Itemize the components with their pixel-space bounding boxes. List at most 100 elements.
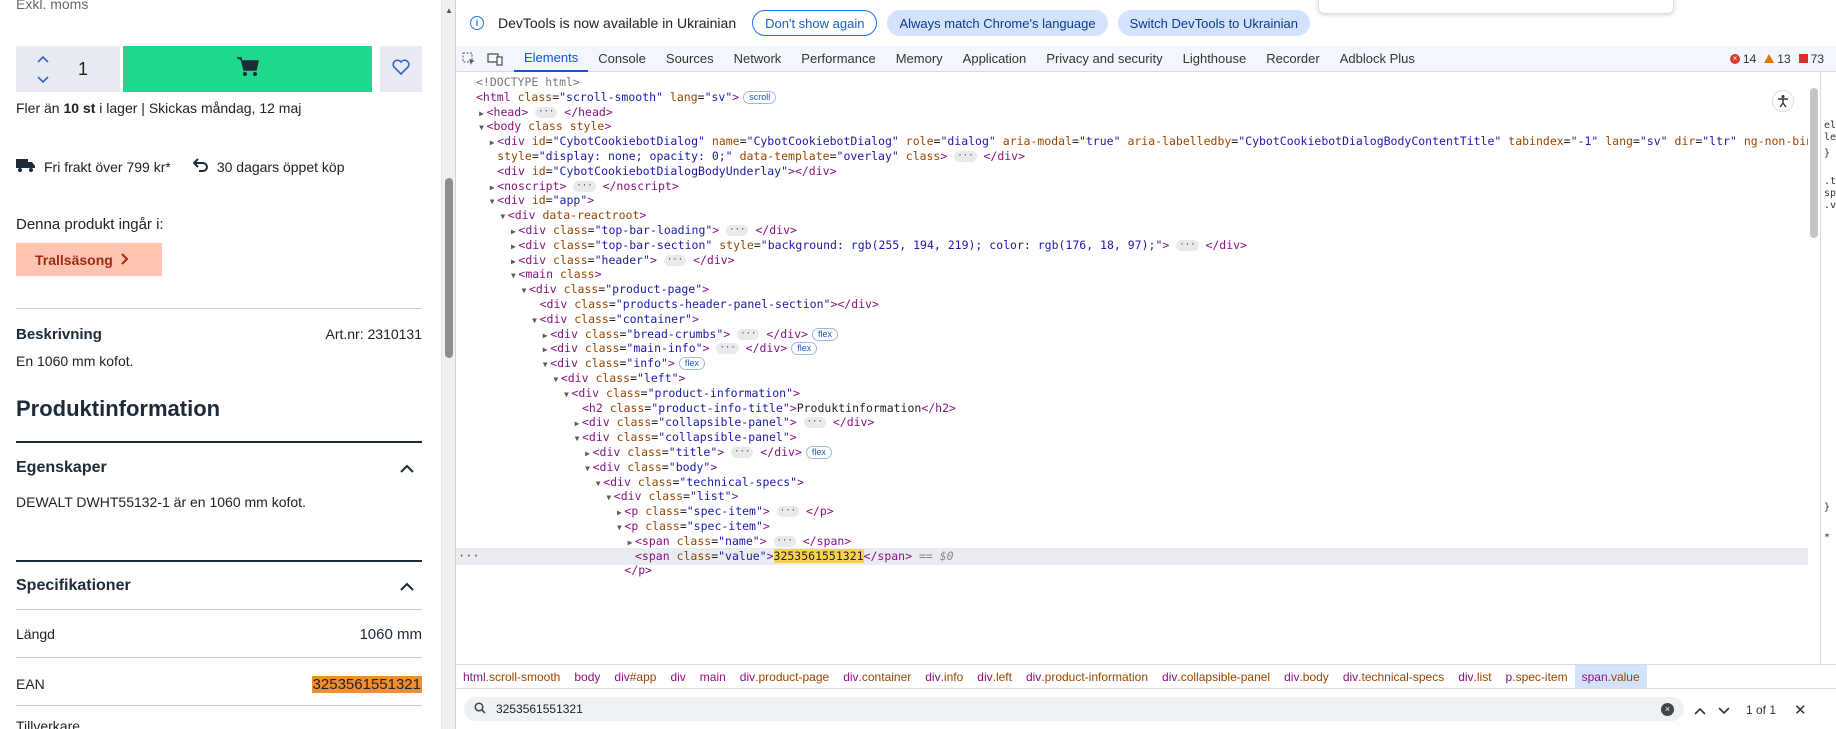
styles-side-panel[interactable]: el le} .t sp .v} * (1820, 72, 1836, 664)
stock-prefix: Fler än (16, 100, 64, 116)
chevron-up-icon[interactable] (400, 578, 414, 596)
breadcrumb-tag: div (1458, 669, 1474, 684)
breadcrumb-item[interactable]: div .info (918, 665, 970, 688)
cart-icon (236, 56, 260, 83)
breadcrumb: html .scroll-smooth body div #app div main div.… (456, 664, 1836, 688)
quantity-stepper[interactable]: 1 (16, 46, 120, 92)
tab-elements[interactable]: Elements (514, 46, 589, 72)
breadcrumb-item[interactable]: div .body (1277, 665, 1336, 688)
breadcrumb-item[interactable]: div .collapsible-panel (1155, 665, 1277, 688)
dom-node-markup: <div data-reactroot> (507, 208, 647, 223)
breadcrumb-attr: .list (1473, 669, 1492, 684)
always-match-language-button[interactable]: Always match Chrome's language (887, 10, 1108, 36)
issues-count[interactable]: 73 (1798, 51, 1824, 66)
breadcrumb-item[interactable]: body (567, 665, 607, 688)
issues-icon (1798, 54, 1808, 63)
favorite-button[interactable] (380, 46, 422, 92)
breadcrumb-item[interactable]: div .container (836, 665, 918, 688)
campaign-tag[interactable]: Trallsäsong (16, 243, 162, 276)
spec-value: 1060 mm (359, 626, 422, 643)
search-result-count: 1 of 1 (1746, 703, 1777, 717)
dom-node-markup: <div class="main-info"> ··· </div> flex (550, 341, 818, 356)
dom-node-markup: <div class="product-page"> (529, 282, 710, 297)
breadcrumb-item[interactable]: div .product-page (733, 665, 836, 688)
tab-memory[interactable]: Memory (886, 46, 953, 72)
breadcrumb-item[interactable]: div .technical-specs (1336, 665, 1451, 688)
elements-dom-tree[interactable]: <!DOCTYPE html> <html class="scroll-smoot… (456, 74, 1808, 664)
dom-scrollbar[interactable] (1808, 74, 1820, 664)
breadcrumb-attr: .scroll-smooth (485, 669, 561, 684)
error-count[interactable]: × 14 (1729, 52, 1756, 66)
next-result-icon[interactable] (1718, 703, 1730, 718)
accessibility-tree-icon[interactable] (1772, 90, 1794, 112)
device-toolbar-icon[interactable] (482, 46, 508, 72)
search-input[interactable]: 3253561551321 × (464, 697, 1684, 721)
tab-console[interactable]: Console (588, 46, 656, 72)
info-icon: i (470, 16, 484, 30)
dom-node-markup: <div class="left"> (560, 371, 686, 385)
breadcrumb-tag: span (1581, 669, 1608, 684)
breadcrumb-tag: div (1284, 669, 1300, 684)
search-icon (474, 701, 486, 717)
issue-counters[interactable]: × 14 13 73 (1729, 51, 1836, 66)
warning-count[interactable]: 13 (1764, 52, 1791, 66)
chevron-up-icon[interactable] (33, 50, 53, 68)
dom-node[interactable]: </p> (456, 562, 1808, 579)
style-rule-fragment: el (1824, 120, 1836, 131)
previous-result-icon[interactable] (1694, 703, 1706, 718)
tab-network[interactable]: Network (724, 46, 792, 72)
tab-sources[interactable]: Sources (656, 46, 724, 72)
infobar-message: DevTools is now available in Ukrainian (498, 15, 737, 31)
breadcrumb-item[interactable]: div (663, 665, 692, 688)
dom-node-markup: <div class="info"> flex (550, 356, 705, 371)
tab-privacy-security[interactable]: Privacy and security (1036, 46, 1172, 72)
dom-node-markup: <h2 class="product-info-title">Produktin… (582, 400, 956, 415)
truck-icon (16, 158, 36, 175)
breadcrumb-item[interactable]: div .product-information (1019, 665, 1155, 688)
breadcrumb-item[interactable]: div .left (970, 665, 1019, 688)
divider (16, 560, 422, 562)
issues-count-value: 73 (1810, 51, 1824, 66)
add-to-cart-button[interactable] (123, 46, 372, 92)
breadcrumb-item[interactable]: p .spec-item (1499, 665, 1575, 688)
breadcrumb-item[interactable]: div #app (607, 665, 663, 688)
breadcrumb-attr: .body (1299, 669, 1329, 684)
scrollbar-thumb[interactable] (1810, 88, 1818, 238)
tab-lighthouse[interactable]: Lighthouse (1173, 46, 1257, 72)
scroll-up-icon[interactable]: ▲ (445, 6, 453, 15)
tab-recorder[interactable]: Recorder (1256, 46, 1329, 72)
inspect-element-icon[interactable] (456, 46, 482, 72)
devtools-tabbar: Elements Console Sources Network Perform… (456, 46, 1836, 72)
breadcrumb-item[interactable]: div .list (1451, 665, 1498, 688)
breadcrumb-tag: div (670, 669, 686, 684)
scrollbar-thumb[interactable] (445, 178, 453, 358)
specs-title[interactable]: Specifikationer (16, 577, 422, 595)
switch-language-button[interactable]: Switch DevTools to Ukrainian (1117, 10, 1310, 36)
close-search-icon[interactable]: ✕ (1794, 701, 1807, 719)
tab-application[interactable]: Application (953, 46, 1037, 72)
style-rule-fragment: le (1824, 132, 1836, 143)
dont-show-again-button[interactable]: Don't show again (752, 10, 878, 36)
description-text: En 1060 mm kofot. (16, 353, 134, 369)
properties-title[interactable]: Egenskaper (16, 459, 422, 477)
dom-node-markup: </p> (624, 563, 653, 578)
chevron-right-icon (121, 252, 129, 268)
perk-label: Fri frakt över 799 kr* (44, 158, 171, 175)
breadcrumb-item[interactable]: html .scroll-smooth (456, 665, 567, 688)
chevron-up-icon[interactable] (400, 460, 414, 478)
warning-icon (1764, 54, 1775, 63)
popup-edge (1318, 0, 1674, 14)
page-scrollbar[interactable]: ▲ (441, 0, 455, 729)
perk-return: 30 dagars öppet köp (192, 158, 344, 175)
breadcrumb-item[interactable]: span .value (1574, 665, 1647, 688)
breadcrumb-item[interactable]: main (693, 665, 733, 688)
dom-node-markup: <div class="product-information"> (571, 385, 800, 400)
chevron-down-icon[interactable] (33, 71, 53, 89)
clear-search-icon[interactable]: × (1661, 702, 1674, 716)
spec-name: Tillverkare (16, 718, 81, 729)
breadcrumb-tag: main (699, 669, 726, 684)
breadcrumb-attr: .value (1607, 669, 1640, 684)
tab-adblock-plus[interactable]: Adblock Plus (1330, 46, 1425, 72)
dom-node-markup: <div class="collapsible-panel"> (582, 430, 797, 445)
tab-performance[interactable]: Performance (791, 46, 885, 72)
